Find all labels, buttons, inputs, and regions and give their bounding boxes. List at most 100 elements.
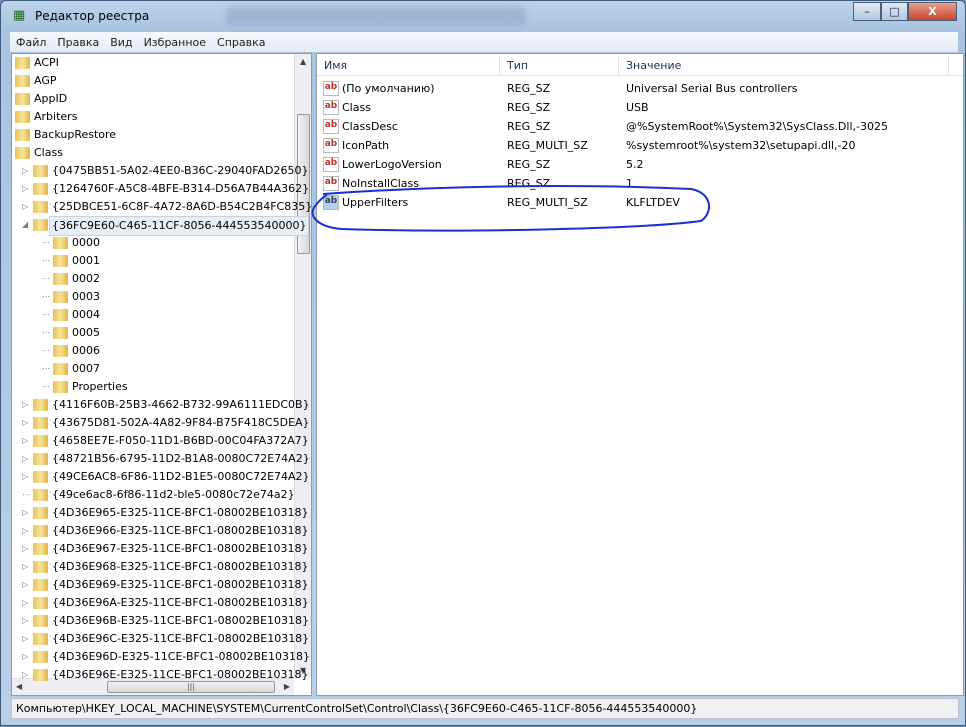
- scroll-up-arrow-icon[interactable]: ▲: [300, 57, 306, 66]
- tree-item-label: Class: [34, 146, 63, 159]
- collapse-arrow-icon[interactable]: ◢: [22, 216, 30, 234]
- tree-item-label: {0475BB51-5A02-4EE0-B36C-29040FAD2650}: [52, 164, 309, 177]
- menu-view[interactable]: Вид: [110, 36, 132, 49]
- minimize-button[interactable]: –: [853, 2, 881, 21]
- menu-help[interactable]: Справка: [217, 36, 265, 49]
- folder-icon: [33, 525, 48, 537]
- expand-arrow-icon[interactable]: ▷: [22, 540, 30, 558]
- expand-arrow-icon[interactable]: ▷: [22, 162, 30, 180]
- tree-connector: ⋯: [42, 364, 50, 373]
- value-name: NoInstallClass: [342, 177, 420, 190]
- expand-arrow-icon[interactable]: ▷: [22, 522, 30, 540]
- value-data: Universal Serial Bus controllers: [626, 82, 798, 95]
- column-header-value[interactable]: Значение: [619, 56, 949, 76]
- expand-arrow-icon[interactable]: ▷: [22, 648, 30, 666]
- tree-item-label: {4D36E96C-E325-11CE-BFC1-08002BE10318}: [52, 632, 310, 645]
- column-header-type[interactable]: Тип: [500, 56, 619, 76]
- tree-item-label: 0006: [72, 344, 100, 357]
- folder-icon: [15, 93, 30, 105]
- tree-item-label: {4D36E965-E325-11CE-BFC1-08002BE10318}: [52, 506, 309, 519]
- tree-item-label: Arbiters: [34, 110, 78, 123]
- menu-file[interactable]: Файл: [16, 36, 46, 49]
- value-type: REG_MULTI_SZ: [507, 196, 588, 209]
- tree-item-label: Properties: [72, 380, 128, 393]
- title-bar: ▦ Редактор реестра – □ X: [1, 1, 965, 31]
- folder-icon: [15, 129, 30, 141]
- tree-item-label: {49ce6ac8-6f86-11d2-ble5-0080c72e74a2}: [52, 488, 295, 501]
- expand-arrow-icon[interactable]: ▷: [22, 504, 30, 522]
- folder-icon: [15, 111, 30, 123]
- tree-item-label: {43675D81-502A-4A82-9F84-B75F418C5DEA}: [52, 416, 310, 429]
- expand-arrow-icon[interactable]: ▷: [22, 414, 30, 432]
- close-button[interactable]: X: [908, 2, 957, 21]
- expand-arrow-icon[interactable]: ▷: [22, 666, 30, 684]
- string-value-icon: ab: [323, 157, 339, 172]
- tree-item-label: 0003: [72, 290, 100, 303]
- expand-arrow-icon[interactable]: ▷: [22, 432, 30, 450]
- registry-editor-window: ▦ Редактор реестра – □ X Файл Правка Вид…: [0, 0, 966, 726]
- expand-arrow-icon[interactable]: ▷: [22, 198, 30, 216]
- value-row[interactable]: ab ClassDesc REG_SZ @%SystemRoot%\System32\…: [317, 117, 963, 136]
- tree-connector: ⋯: [42, 310, 50, 319]
- expand-arrow-icon[interactable]: ▷: [22, 612, 30, 630]
- maximize-button[interactable]: □: [881, 2, 908, 21]
- menu-bar: Файл Правка Вид Избранное Справка: [10, 32, 958, 52]
- folder-icon: [33, 417, 48, 429]
- value-data: @%SystemRoot%\System32\SysClass.Dll,-302…: [626, 120, 888, 133]
- folder-icon: [53, 381, 68, 393]
- folder-icon: [53, 237, 68, 249]
- column-header-name[interactable]: Имя: [317, 56, 500, 76]
- value-row[interactable]: ab LowerLogoVersion REG_SZ 5.2: [317, 155, 963, 174]
- tree-connector: ⋯: [42, 328, 50, 337]
- folder-icon: [33, 507, 48, 519]
- string-value-icon: ab: [323, 138, 339, 153]
- expand-arrow-icon[interactable]: ▷: [22, 576, 30, 594]
- value-row[interactable]: ab NoInstallClass REG_SZ 1: [317, 174, 963, 193]
- folder-icon: [33, 165, 48, 177]
- folder-icon: [33, 597, 48, 609]
- tree-item-label: {4116F60B-25B3-4662-B732-99A6111EDC0B}: [52, 398, 310, 411]
- menu-favorites[interactable]: Избранное: [144, 36, 206, 49]
- values-list: Имя Тип Значение ab (По умолчанию) REG_SZ U…: [316, 53, 964, 696]
- tree-item-label: {48721B56-6795-11D2-B1A8-0080C72E74A2}: [52, 452, 310, 465]
- tree-connector: ⋯: [42, 292, 50, 301]
- value-row[interactable]: ab IconPath REG_MULTI_SZ %systemroot%\syste…: [317, 136, 963, 155]
- value-type: REG_SZ: [507, 101, 551, 114]
- folder-icon: [33, 561, 48, 573]
- expand-arrow-icon[interactable]: ▷: [22, 630, 30, 648]
- tree-item-label: {4D36E967-E325-11CE-BFC1-08002BE10318}: [52, 542, 309, 555]
- value-row[interactable]: ab (По умолчанию) REG_SZ Universal Serial B…: [317, 79, 963, 98]
- string-value-icon: ab: [323, 81, 339, 96]
- tree-item-label: 0002: [72, 272, 100, 285]
- menu-edit[interactable]: Правка: [57, 36, 99, 49]
- registry-tree: ▲ ▼ ◀ ||| ▶ ACPI AGP AppID Arbiters BackupRe…: [11, 53, 312, 696]
- tree-item-label: AGP: [34, 74, 57, 87]
- tree-connector: ⋯: [42, 346, 50, 355]
- value-row[interactable]: ab UpperFilters REG_MULTI_SZ KLFLTDEV: [317, 193, 963, 212]
- tree-connector: ⋯: [42, 256, 50, 265]
- folder-icon: [53, 363, 68, 375]
- expand-arrow-icon[interactable]: ▷: [22, 180, 30, 198]
- expand-arrow-icon[interactable]: ▷: [22, 396, 30, 414]
- expand-arrow-icon[interactable]: ▷: [22, 558, 30, 576]
- value-type: REG_SZ: [507, 82, 551, 95]
- tree-connector: ⋯: [22, 490, 30, 499]
- tree-item-label: {25DBCE51-6C8F-4A72-8A6D-B54C2B4FC835}: [52, 200, 312, 213]
- value-name: Class: [342, 101, 371, 114]
- expand-arrow-icon[interactable]: ▷: [22, 468, 30, 486]
- tree-item-label: {36FC9E60-C465-11CF-8056-444553540000}: [49, 216, 310, 236]
- tree-item-label: {4D36E96B-E325-11CE-BFC1-08002BE10318}: [52, 614, 310, 627]
- tree-item-label: 0000: [72, 236, 100, 249]
- value-row[interactable]: ab Class REG_SZ USB: [317, 98, 963, 117]
- tree-connector: ⋯: [42, 382, 50, 391]
- expand-arrow-icon[interactable]: ▷: [22, 450, 30, 468]
- value-type: REG_SZ: [507, 177, 551, 190]
- tree-item-label: BackupRestore: [34, 128, 117, 141]
- folder-icon: [53, 327, 68, 339]
- folder-icon: [33, 219, 48, 231]
- tree-item-label: {4658EE7E-F050-11D1-B6BD-00C04FA372A7}: [52, 434, 309, 447]
- value-data: 5.2: [626, 158, 644, 171]
- value-data: %systemroot%\system32\setupapi.dll,-20: [626, 139, 856, 152]
- value-type: REG_MULTI_SZ: [507, 139, 588, 152]
- expand-arrow-icon[interactable]: ▷: [22, 594, 30, 612]
